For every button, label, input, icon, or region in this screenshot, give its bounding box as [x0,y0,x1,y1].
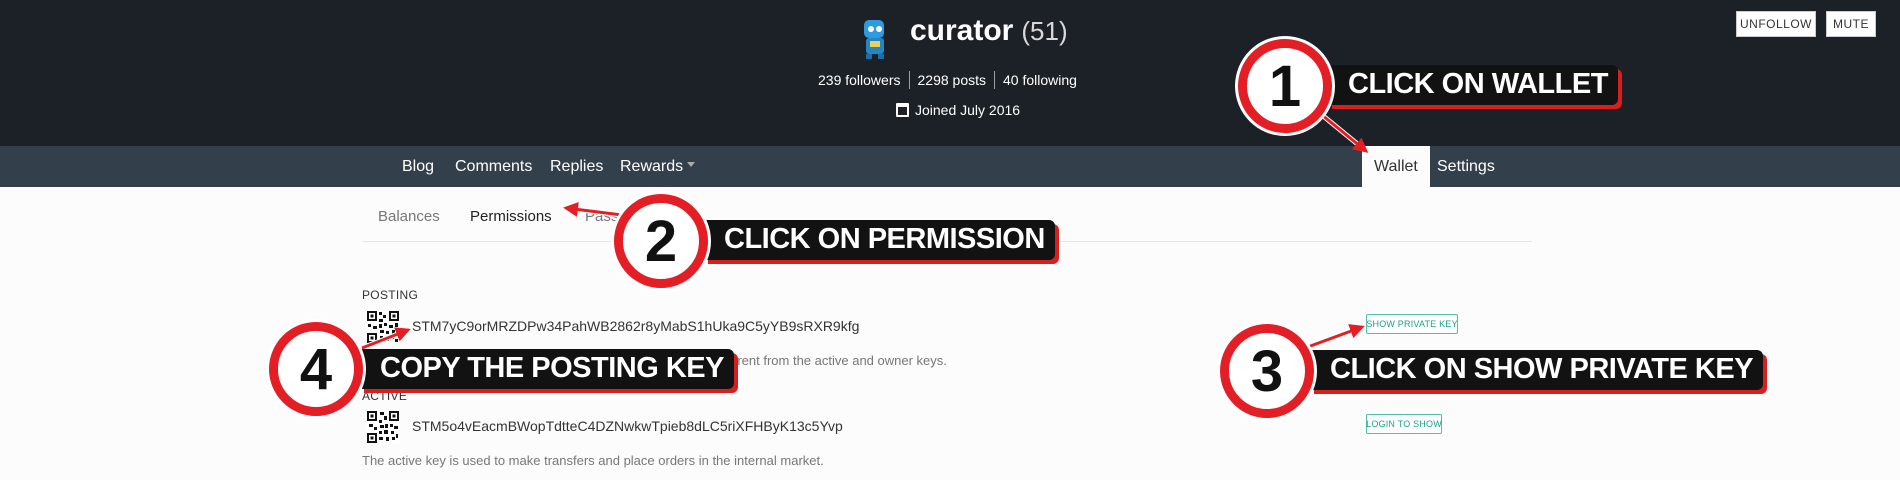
nav-rewards-label: Rewards [620,158,684,175]
active-key-label: ACTIVE [362,389,408,403]
annotation-3-text: CLICK ON SHOW PRIVATE KEY [1310,350,1764,390]
username: curator (51) [910,14,1068,48]
show-private-key-button[interactable]: SHOW PRIVATE KEY [1366,314,1458,334]
following-link[interactable]: 40 following [1003,72,1077,88]
profile-nav: Blog Comments Replies Rewards Wallet Set… [0,146,1900,187]
posting-key-label: POSTING [362,288,419,302]
calendar-icon [896,103,909,117]
arrow-to-show-key [1302,324,1365,351]
reputation: (51) [1021,16,1068,46]
annotation-3-badge: 3 [1220,324,1314,418]
tab-passwords[interactable]: Pass [585,208,618,225]
profile-stats: 239 followers 2298 posts 40 following [818,70,1077,90]
mute-button[interactable]: MUTE [1826,11,1876,37]
unfollow-button[interactable]: UNFOLLOW [1736,11,1816,37]
annotation-4-badge: 4 [269,322,363,416]
annotation-2-badge: 2 [614,194,708,288]
nav-settings[interactable]: Settings [1437,146,1495,187]
avatar[interactable] [855,18,895,60]
nav-wallet[interactable]: Wallet [1362,146,1430,187]
followers-link[interactable]: 239 followers [818,72,901,88]
active-public-key: STM5o4vEacmBWopTdtteC4DZNwkwTpieb8dLC5ri… [412,418,843,434]
annotation-1-text: CLICK ON WALLET [1328,65,1618,105]
tab-balances[interactable]: Balances [378,208,440,225]
nav-rewards[interactable]: Rewards [620,146,696,187]
login-to-show-button[interactable]: LOGIN TO SHOW [1366,414,1442,434]
nav-replies[interactable]: Replies [550,146,603,187]
annotation-2-text: CLICK ON PERMISSION [704,220,1055,260]
posting-qr-icon[interactable] [366,310,400,344]
nav-blog[interactable]: Blog [402,146,434,187]
caret-down-icon [687,162,696,168]
tab-permissions[interactable]: Permissions [470,208,552,225]
posting-key-description: different from the active and owner keys… [713,353,947,368]
posts-count: 2298 posts [917,72,987,88]
active-key-description: The active key is used to make transfers… [362,453,824,468]
nav-comments[interactable]: Comments [455,146,532,187]
stats-divider [994,71,995,89]
arrow-to-show-key [1304,324,1365,350]
active-qr-icon[interactable] [366,410,400,444]
posting-public-key: STM7yC9orMRZDPw34PahWB2862r8yMabS1hUka9C… [412,318,860,334]
stats-divider [908,71,910,89]
username-text: curator [910,14,1014,47]
joined-text: Joined July 2016 [915,102,1021,118]
annotation-4-text: COPY THE POSTING KEY [360,349,734,389]
annotation-1-badge: 1 [1238,39,1332,133]
joined-date: Joined July 2016 [896,102,1020,118]
